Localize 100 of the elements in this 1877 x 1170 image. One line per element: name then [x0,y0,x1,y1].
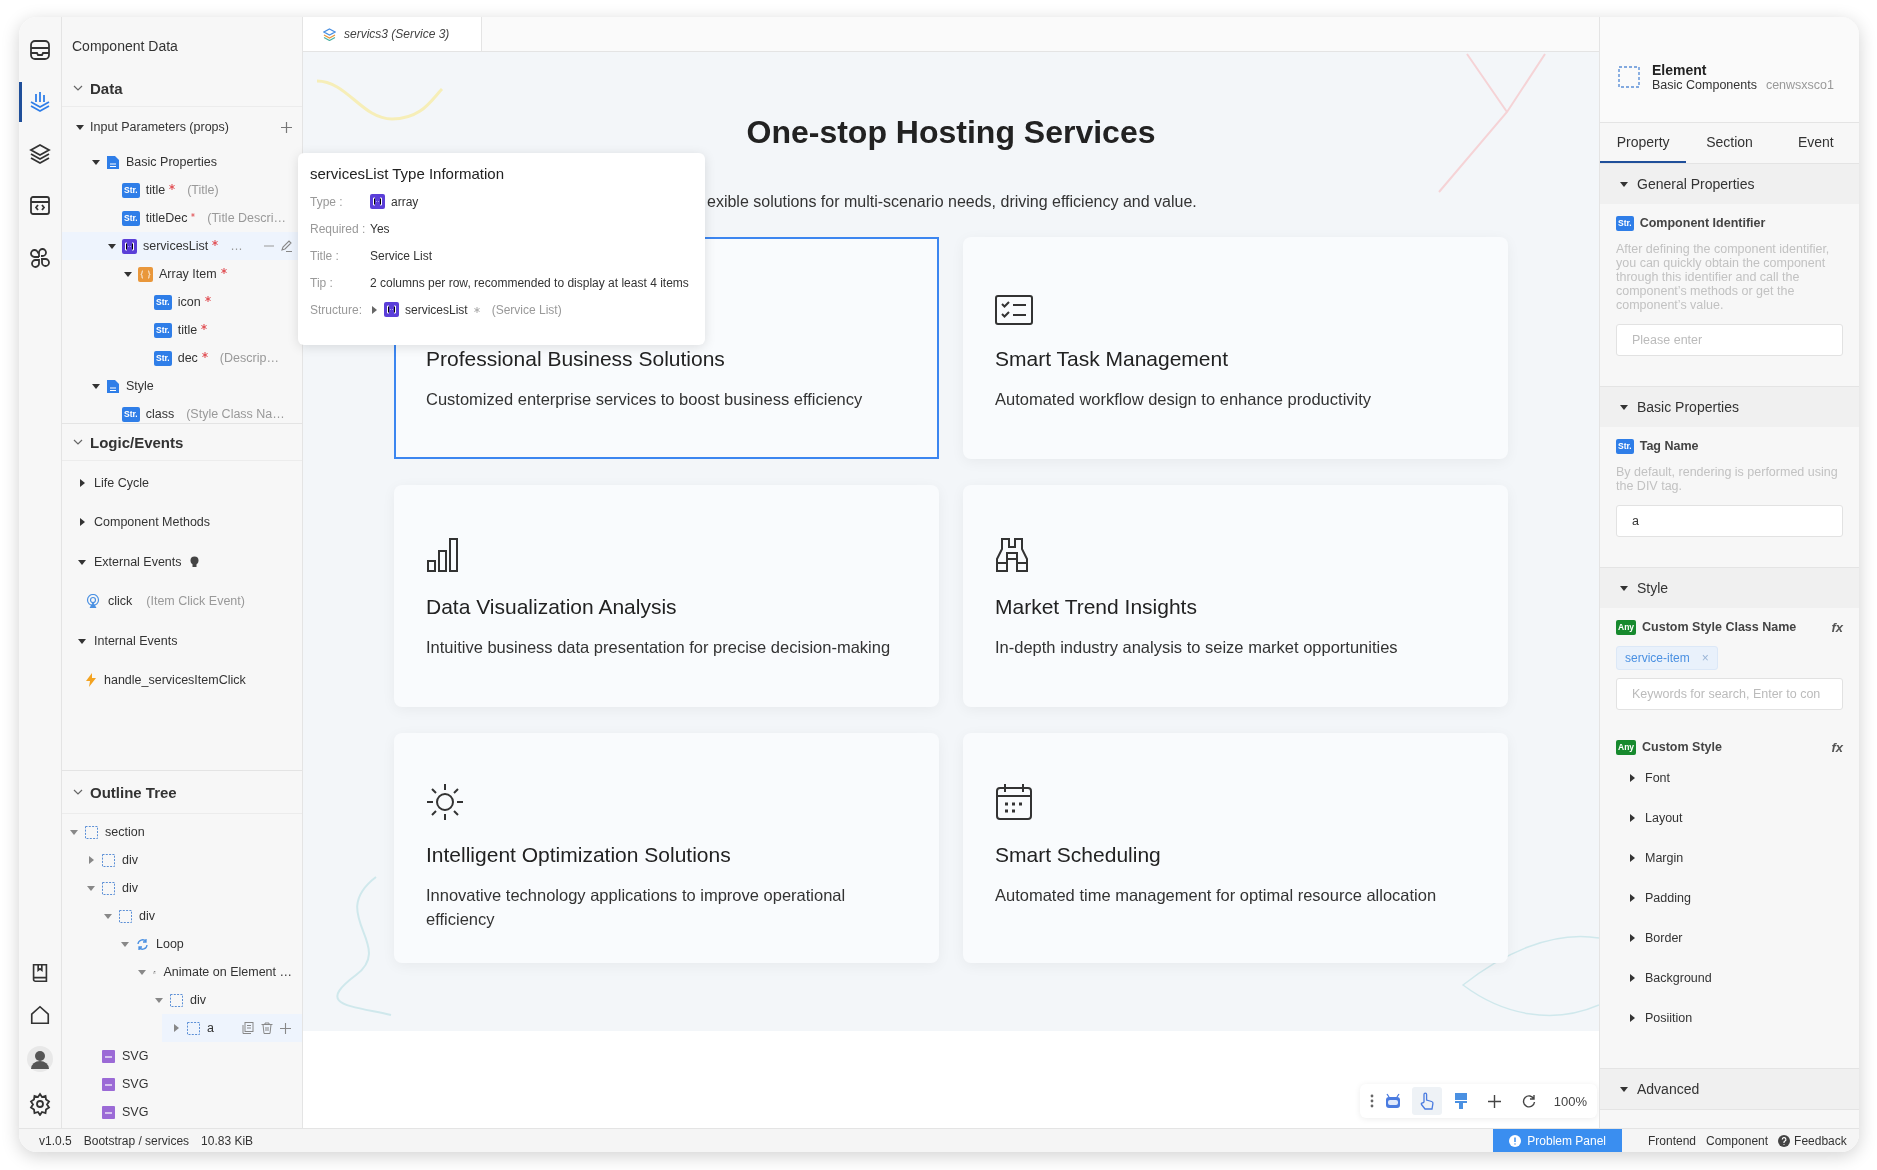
tree-item[interactable]: Basic Properties [62,148,302,176]
document-icon [106,154,120,170]
tree-item[interactable]: Input Parameters (props) [62,109,302,145]
service-card[interactable]: Data Visualization Analysis Intuitive business data presentation for precise decision-making [394,485,939,707]
event-group-label[interactable]: Internal Events [94,633,178,648]
copy-icon[interactable] [241,1022,254,1034]
outline-item[interactable]: Loop [62,930,302,958]
status-link[interactable]: Frontend [1648,1133,1697,1148]
section-header[interactable]: Style [1600,568,1859,608]
settings-icon[interactable] [28,1092,52,1116]
event-name[interactable]: click [108,594,133,609]
status-link[interactable]: Component [1706,1133,1769,1148]
event-group-label[interactable]: Component Methods [94,515,211,530]
service-card[interactable]: Intelligent Optimization Solutions Innovative technology applications to improve operational efficiency [394,733,939,963]
braces-icon [138,266,153,282]
inspector-tab[interactable]: Section [1686,123,1773,163]
tree-item[interactable]: Str. titleDec (Title Descri… [62,204,302,232]
input-field[interactable]: Please enter [1616,324,1843,356]
caret-icon[interactable] [76,123,84,131]
search-field[interactable]: Keywords for search, Enter to con [1616,678,1843,710]
info-label: Required : [310,221,364,236]
type-badge: Any [1616,619,1637,635]
card-description: In-depth industry analysis to seize market opportunities [995,637,1399,658]
section-header[interactable]: Basic Properties [1600,387,1859,427]
home-icon[interactable] [29,1004,51,1026]
event-group-label[interactable]: Life Cycle [94,475,149,490]
card-title: Professional Business Solutions [426,347,726,371]
caret-icon[interactable] [78,518,86,527]
outline-item[interactable]: div [62,846,302,874]
style-group[interactable]: Border [1616,918,1843,958]
outline-item[interactable]: Animate on Element … [62,958,302,986]
tree-label: dec [177,351,198,365]
outline-label: Loop [156,937,184,951]
caret-icon[interactable] [78,557,86,566]
tree-item[interactable]: Str. dec (Descrip… [62,344,302,372]
caret-icon[interactable] [78,636,86,645]
caret-icon[interactable] [108,242,116,250]
type-badge: Str. [1616,215,1634,231]
formula-button[interactable]: fx [1831,739,1843,755]
caret-icon[interactable] [124,270,132,278]
caret-icon [1620,180,1628,188]
document-tab[interactable]: servics3 (Service 3) [303,17,483,51]
brackets-icon [122,238,137,254]
popover-title: servicesList Type Information [310,165,505,182]
add-icon[interactable] [279,1022,291,1034]
caret-icon[interactable] [78,478,86,487]
tree-item[interactable]: Str. icon [62,288,302,316]
outline-item[interactable]: div [62,902,302,930]
service-card[interactable]: Smart Scheduling Automated time management for optimal resource allocation [963,733,1508,963]
tree-item[interactable]: Str. class (Style Class Na… [62,400,302,423]
edit-icon[interactable] [280,240,292,252]
tree-item[interactable]: Str. title [62,316,302,344]
element-title: Element [1652,61,1708,78]
section-header[interactable]: Logic/Events [62,424,302,461]
event-group-label[interactable]: External Events [94,554,182,569]
caret-icon[interactable] [370,305,378,314]
outline-item[interactable]: a [162,1014,302,1042]
section-header[interactable]: Outline Tree [62,771,302,814]
input-field[interactable]: a [1616,505,1843,537]
section-header[interactable]: General Properties [1600,164,1859,204]
info-value: Yes [370,221,390,236]
outline-item[interactable]: SVG [62,1070,302,1098]
caret-icon[interactable] [92,382,100,390]
inspector-tab[interactable]: Event [1772,123,1859,163]
outline-item[interactable]: div [62,986,302,1014]
brush-icon [1453,1092,1468,1110]
service-card[interactable]: Smart Task Management Automated workflow design to enhance productivity [963,237,1508,459]
style-group[interactable]: Font [1616,758,1843,798]
outline-item[interactable]: SVG [62,1098,302,1126]
zoom-level[interactable]: 100% [1553,1093,1587,1109]
tree-item[interactable]: Array Item [62,260,302,288]
trash-icon[interactable] [260,1022,273,1034]
style-group[interactable]: Posiition [1616,998,1843,1038]
element-icon [119,909,132,923]
type-badge: Str. [154,294,172,310]
outline-label: section [105,825,145,839]
style-group[interactable]: Padding [1616,878,1843,918]
outline-item[interactable]: SVG [62,1042,302,1070]
drag-handle-icon[interactable] [1369,1094,1374,1108]
service-card[interactable]: Market Trend Insights In-depth industry analysis to seize market opportunities [963,485,1508,707]
outline-item[interactable]: div [62,874,302,902]
style-group[interactable]: Layout [1616,798,1843,838]
tree-label: Basic Properties [126,155,217,169]
style-group[interactable]: Background [1616,958,1843,998]
calendar-icon [995,783,1033,821]
tree-item[interactable]: Str. title (Title) [62,176,302,204]
info-value: servicesList [405,302,468,317]
section-header[interactable]: Advanced [1600,1069,1859,1109]
outline-item[interactable]: section [62,818,302,846]
section-header[interactable]: Data [62,70,302,107]
avatar-icon[interactable] [27,1046,53,1072]
caret-icon[interactable] [92,158,100,166]
formula-button[interactable]: fx [1831,619,1843,635]
style-group[interactable]: Margin [1616,838,1843,878]
card-title: Smart Task Management [995,347,1230,371]
add-icon[interactable] [281,121,292,133]
handler-name[interactable]: handle_servicesItemClick [104,673,246,688]
feedback-link[interactable]: Feedback [1778,1133,1847,1148]
type-badge: Str. [122,210,140,226]
tree-item[interactable]: Style [62,372,302,400]
